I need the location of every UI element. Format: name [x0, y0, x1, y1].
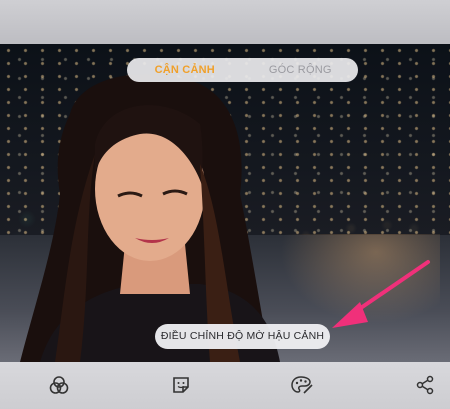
effects-icon[interactable]	[48, 374, 70, 396]
photo-viewport[interactable]: CẬN CẢNH GÓC RỘNG ĐIỀU CHỈNH ĐỘ MỜ HẬU C…	[0, 44, 450, 362]
share-icon[interactable]	[414, 374, 436, 396]
mode-selector: CẬN CẢNH GÓC RỘNG	[127, 58, 358, 82]
paint-palette-icon[interactable]	[291, 374, 313, 396]
bottom-toolbar	[0, 362, 450, 409]
mode-option-wide[interactable]: GÓC RỘNG	[243, 64, 359, 76]
sticker-icon[interactable]	[170, 374, 192, 396]
mode-option-closeup[interactable]: CẬN CẢNH	[127, 64, 243, 76]
top-bar	[0, 0, 450, 44]
portrait-subject	[20, 74, 280, 362]
adjust-background-blur-button[interactable]: ĐIỀU CHỈNH ĐỘ MỜ HẬU CẢNH	[155, 324, 330, 349]
